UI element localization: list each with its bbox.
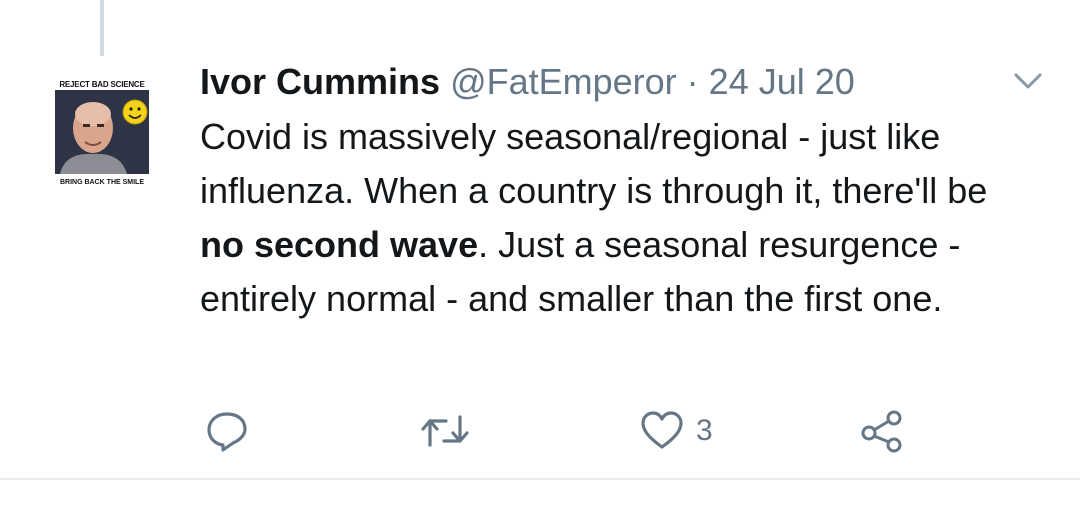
- more-options-button[interactable]: [1013, 70, 1043, 92]
- share-icon: [861, 410, 902, 453]
- author-handle[interactable]: @FatEmperor: [450, 61, 677, 102]
- tweet-header: Ivor Cummins @FatEmperor · 24 Jul 20: [200, 60, 855, 104]
- retweet-button[interactable]: [420, 404, 470, 458]
- heart-icon: [641, 411, 683, 449]
- retweet-icon: [421, 415, 469, 447]
- chevron-down-icon: [1014, 73, 1042, 89]
- reply-icon: [207, 412, 247, 452]
- tweet-text-bold: no second wave: [200, 224, 479, 265]
- like-button[interactable]: 3: [640, 404, 713, 458]
- avatar-caption-bottom: BRING BACK THE SMILE: [60, 179, 144, 186]
- avatar-portrait-icon: [55, 90, 149, 174]
- tweet-text-part1: Covid is massively seasonal/regional - j…: [200, 116, 988, 211]
- like-count: 3: [696, 414, 713, 447]
- avatar[interactable]: REJECT BAD SCIENCE BRING BACK THE SMILE: [52, 76, 152, 186]
- tweet-divider: [0, 478, 1080, 480]
- tweet-actions-bar: 3: [0, 404, 1080, 458]
- header-separator: ·: [676, 61, 709, 102]
- avatar-caption-top: REJECT BAD SCIENCE: [59, 80, 145, 89]
- tweet-text: Covid is massively seasonal/regional - j…: [200, 110, 1030, 326]
- reply-button[interactable]: [205, 404, 249, 458]
- author-name[interactable]: Ivor Cummins: [200, 61, 440, 102]
- tweet-date[interactable]: 24 Jul 20: [709, 61, 855, 102]
- share-button[interactable]: [860, 404, 904, 458]
- avatar-photo: [55, 90, 149, 174]
- thread-connector-line: [100, 0, 104, 56]
